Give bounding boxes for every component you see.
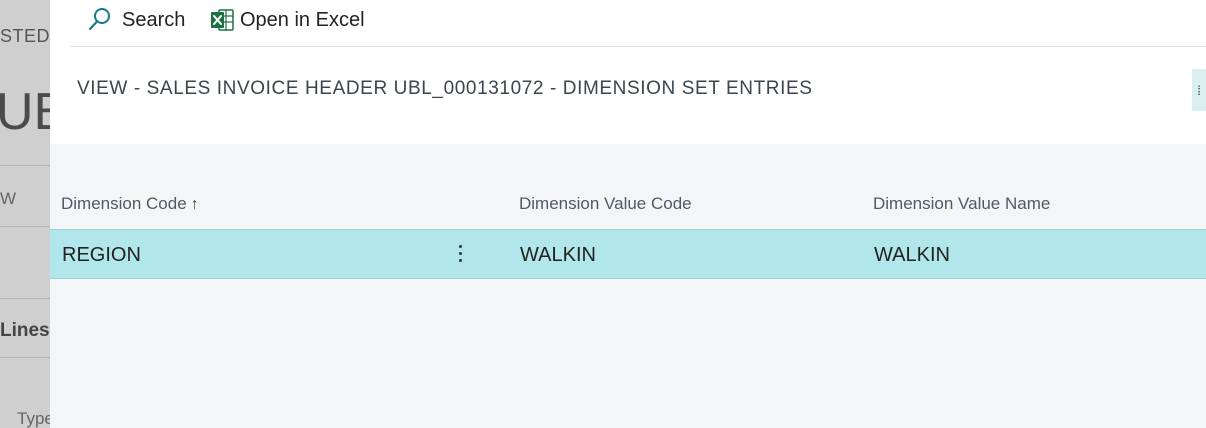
row-actions-menu[interactable] [450, 238, 470, 268]
background-divider [0, 298, 50, 299]
column-header-dimension-code[interactable]: Dimension Code ↑ [61, 194, 199, 214]
more-options-icon: ⁞ [1197, 82, 1201, 98]
factbox-toggle[interactable]: ⁞ [1192, 69, 1206, 111]
sort-ascending-icon: ↑ [190, 196, 199, 213]
excel-icon [211, 9, 234, 31]
background-divider [0, 226, 50, 227]
background-divider [0, 165, 50, 166]
entries-list: Dimension Code ↑ Dimension Value Code Dim… [50, 144, 1206, 428]
background-action-label: W [0, 189, 17, 208]
background-divider [0, 357, 50, 358]
background-type-column: Type [17, 409, 50, 428]
column-header-dimension-value-code[interactable]: Dimension Value Code [519, 194, 692, 214]
search-icon [88, 8, 110, 31]
menu-dot [458, 244, 462, 248]
search-label: Search [122, 8, 186, 31]
column-header-dimension-value-name[interactable]: Dimension Value Name [873, 194, 1050, 214]
background-document-number: UBL [0, 83, 50, 141]
menu-dot [458, 251, 462, 255]
dimension-code-cell[interactable]: REGION [62, 244, 141, 267]
open-in-excel-button[interactable]: Open in Excel [210, 0, 365, 40]
column-header-label: Dimension Code [61, 194, 187, 213]
page-title: VIEW - SALES INVOICE HEADER UBL_00013107… [77, 78, 813, 99]
dimension-value-code-cell[interactable]: WALKIN [520, 244, 596, 267]
search-button[interactable]: Search [88, 0, 185, 40]
action-bar: Search Open in Excel [70, 0, 1206, 47]
dimension-value-name-cell[interactable]: WALKIN [874, 244, 950, 267]
background-page: STED UBL W Lines Type [0, 0, 50, 428]
dimension-set-entries-dialog: Search Open in Excel VIEW - SALES INVOIC… [50, 0, 1206, 428]
open-in-excel-label: Open in Excel [240, 8, 365, 31]
menu-dot [458, 258, 462, 262]
table-row[interactable]: REGION WALKIN WALKIN [50, 229, 1206, 279]
background-posted-label: STED [0, 26, 50, 46]
background-lines-heading: Lines [0, 320, 50, 341]
